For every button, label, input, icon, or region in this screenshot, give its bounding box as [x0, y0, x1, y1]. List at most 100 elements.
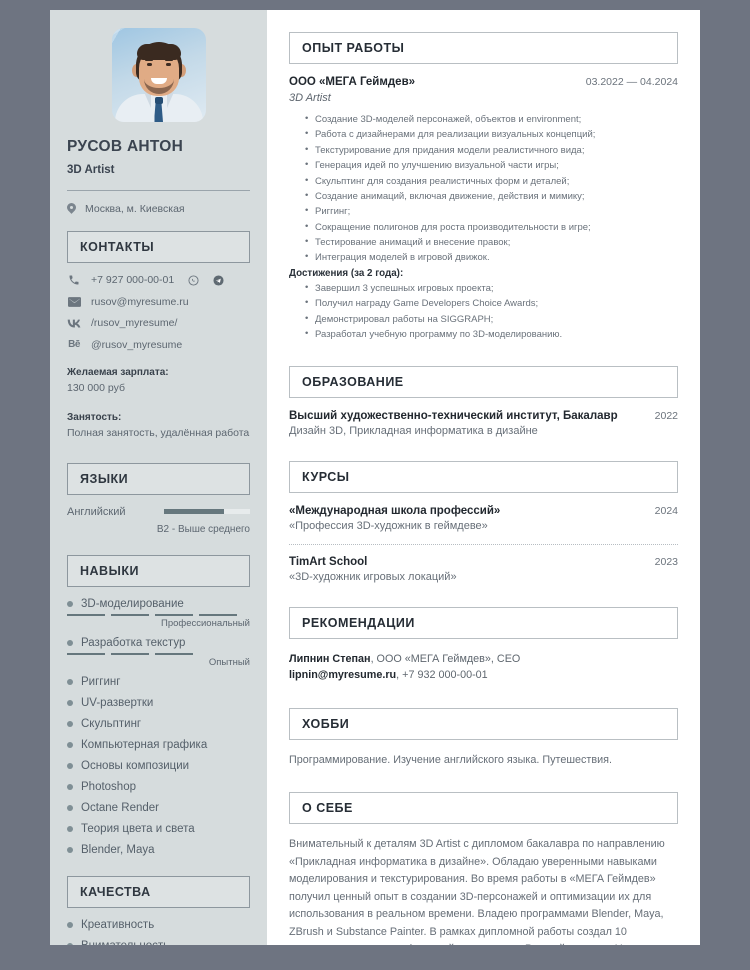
list-item: Скульптинг для создания реалистичных фор… [305, 172, 678, 189]
section-heading-education: ОБРАЗОВАНИЕ [289, 366, 678, 399]
achievements-label: Достижения (за 2 года): [289, 267, 404, 279]
list-item: UV-развертки [67, 697, 250, 709]
list-item: Создание 3D-моделей персонажей, объектов… [305, 111, 678, 127]
skill-segments [67, 652, 250, 655]
telegram-icon[interactable] [213, 275, 224, 286]
course-year: 2023 [654, 556, 678, 569]
list-item: Компьютерная графика [67, 739, 250, 751]
rated-skill: Разработка текстур Опытный [67, 637, 250, 668]
recommendation-phone: , +7 932 000-00-01 [396, 669, 488, 682]
salary-block: Желаемая зарплата: 130 000 руб [67, 365, 250, 396]
list-item: Интеграция моделей в игровой движок. [305, 249, 678, 265]
list-item: Креативность [67, 919, 250, 931]
phone-icon [67, 274, 81, 286]
bullet-icon [67, 942, 73, 945]
plain-skills-list: Риггинг UV-развертки Скульптинг Компьюте… [67, 676, 250, 856]
language-item: Английский B2 - Выше среднего [67, 506, 250, 535]
avatar-fringe [136, 44, 181, 60]
employment-label: Занятость: [67, 412, 122, 424]
recommendation-email[interactable]: lipnin@myresume.ru [289, 669, 396, 681]
section-heading-contacts: КОНТАКТЫ [67, 231, 250, 263]
avatar-brow-left [144, 59, 153, 61]
skill-label: Теория цвета и света [81, 822, 195, 835]
contact-phone[interactable]: +7 927 000-00-01 [67, 274, 250, 287]
section-heading-recommendations: РЕКОМЕНДАЦИИ [289, 607, 678, 640]
person-name: РУСОВ АНТОН [67, 138, 184, 155]
about-text: Внимательный к деталям 3D Artist с дипло… [289, 838, 665, 945]
experience-company: ООО «МЕГА Геймдев» [289, 76, 416, 88]
section-heading-qualities: КАЧЕСТВА [67, 875, 250, 908]
course-item: «Международная школа профессий» 2024 «Пр… [289, 505, 678, 532]
recommendation-person-rest: , ООО «МЕГА Геймдев», CEO [370, 653, 521, 666]
contact-email[interactable]: rusov@myresume.ru [67, 296, 250, 309]
contact-behance[interactable]: Bē @rusov_myresume [67, 339, 250, 352]
bullet-icon [67, 846, 73, 853]
bullet-icon [67, 762, 73, 769]
hobby-text: Программирование. Изучение английского я… [289, 753, 612, 766]
bullet-icon [67, 741, 73, 748]
employment-value: Полная занятость, удалённая работа [67, 426, 250, 439]
language-progress-bar [164, 509, 250, 515]
list-item: Риггинг; [305, 203, 678, 219]
education-year: 2022 [654, 410, 678, 423]
list-item: Основы композиции [67, 760, 250, 772]
course-separator [289, 544, 678, 546]
section-heading-about: О СЕБЕ [289, 792, 678, 825]
course-subtitle: «3D-художник игровых локаций» [289, 571, 457, 584]
contact-vk[interactable]: /rusov_myresume/ [67, 317, 250, 330]
contact-email-value: rusov@myresume.ru [91, 295, 189, 308]
employment-block: Занятость: Полная занятость, удалённая р… [67, 410, 250, 441]
quality-label: Креативность [81, 918, 155, 931]
list-item: Тестирование анимаций и внесение правок; [305, 234, 678, 250]
list-item: Завершил 3 успешных игровых проекта; [305, 280, 678, 296]
main-content: ОПЫТ РАБОТЫ ООО «МЕГА Геймдев» 03.2022 —… [267, 10, 700, 945]
course-title: «Международная школа профессий» [289, 505, 501, 518]
skill-label: Компьютерная графика [81, 738, 208, 751]
salary-label: Желаемая зарплата: [67, 367, 169, 379]
language-level: B2 - Выше среднего [156, 523, 250, 535]
bullet-icon [67, 600, 73, 607]
whatsapp-icon[interactable] [188, 275, 199, 286]
quality-label: Внимательность [81, 940, 169, 945]
skill-label: Скульптинг [81, 717, 142, 730]
skill-level: Профессиональный [161, 617, 250, 629]
skill-level: Опытный [208, 656, 250, 668]
recommendation-person: Липнин Степан [289, 653, 371, 666]
avatar [111, 28, 206, 122]
section-heading-courses: КУРСЫ [289, 461, 678, 494]
bullet-icon [67, 720, 73, 727]
education-title: Высший художественно-технический институ… [289, 410, 618, 423]
language-name: Английский [67, 505, 126, 518]
section-heading-hobby: ХОББИ [289, 707, 678, 740]
bullet-icon [67, 783, 73, 790]
skill-name: Разработка текстур [81, 636, 186, 649]
list-item: Генерация идей по улучшению визуальной ч… [305, 157, 678, 173]
location-text: Москва, м. Киевская [85, 203, 185, 215]
behance-icon: Bē [68, 339, 80, 351]
course-subtitle: «Профессия 3D-художник в геймдеве» [289, 520, 488, 533]
list-item: Сокращение полигонов для роста производи… [305, 219, 678, 235]
list-item: Работа с дизайнерами для реализации визу… [305, 126, 678, 142]
bullet-icon [67, 804, 73, 811]
course-item: TimArt School 2023 «3D-художник игровых … [289, 556, 678, 583]
person-role: 3D Artist [67, 164, 115, 176]
experience-item: ООО «МЕГА Геймдев» 03.2022 — 04.2024 3D … [289, 76, 678, 342]
list-item: Разработал учебную программу по 3D-модел… [305, 326, 678, 342]
list-item: Текстурирование для придания модели реал… [305, 142, 678, 158]
qualities-list: Креативность Внимательность Творческое м… [67, 919, 250, 945]
bullet-icon [67, 699, 73, 706]
list-item: Получил награду Game Developers Choice A… [305, 295, 678, 311]
skill-label: Blender, Maya [81, 843, 155, 856]
experience-duties: Создание 3D-моделей персонажей, объектов… [305, 111, 678, 266]
skill-label: Photoshop [81, 780, 136, 793]
list-item: Скульптинг [67, 718, 250, 730]
section-heading-experience: ОПЫТ РАБОТЫ [289, 32, 678, 64]
skill-label: UV-развертки [81, 696, 154, 709]
avatar-brow-right [164, 59, 173, 61]
experience-achievements: Завершил 3 успешных игровых проекта; Пол… [305, 280, 678, 343]
skill-label: Основы композиции [81, 759, 190, 772]
list-item: Photoshop [67, 781, 250, 793]
salary-value: 130 000 руб [67, 381, 125, 394]
skill-segments [67, 613, 250, 616]
list-item: Демонстрировал работы на SIGGRAPH; [305, 310, 678, 327]
